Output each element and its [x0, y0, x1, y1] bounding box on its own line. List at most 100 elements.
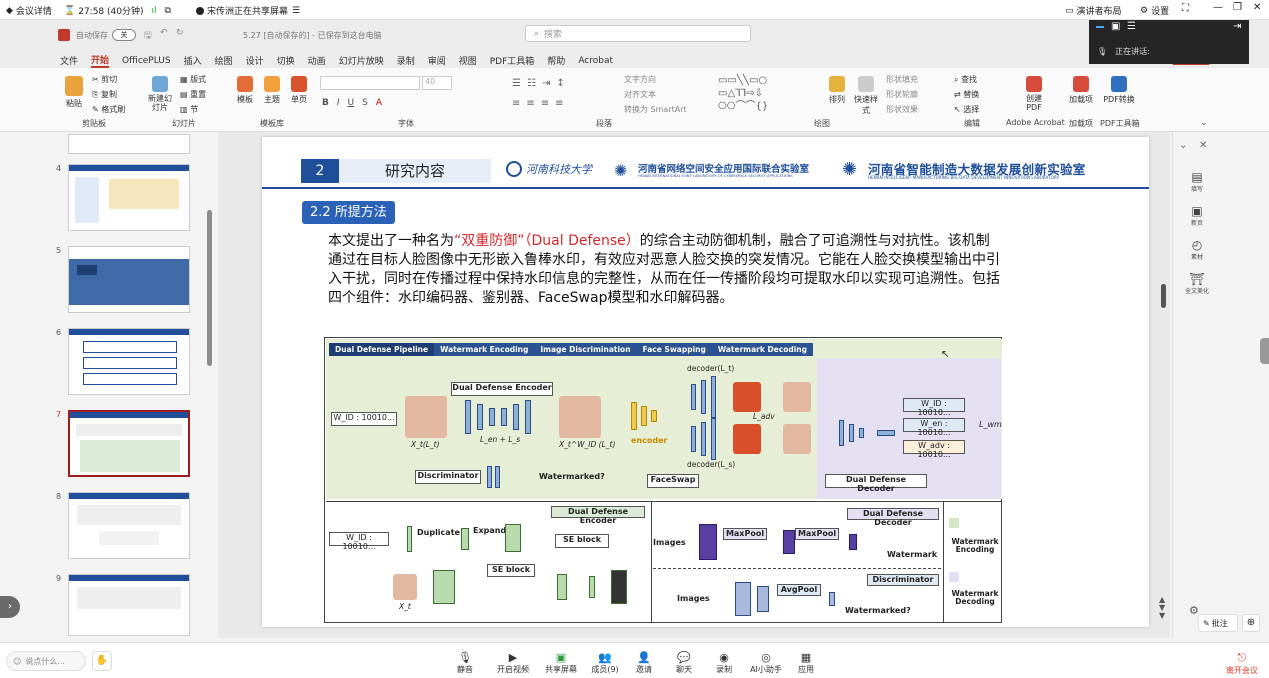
menu-animations[interactable]: 动画	[308, 54, 326, 67]
search-box[interactable]: ⌕ 搜索	[525, 25, 751, 42]
quick-styles-button[interactable]: 快速样式	[852, 76, 880, 116]
menu-record[interactable]: 录制	[397, 54, 415, 67]
arrange-button[interactable]: 排列	[826, 76, 848, 105]
autosave-toggle[interactable]: 关	[112, 29, 136, 41]
zoom-button[interactable]: ⊕	[1242, 614, 1260, 632]
align-center-icon[interactable]: ≡	[526, 98, 534, 109]
shape-effects-button[interactable]: 形状效果	[886, 104, 918, 115]
menu-insert[interactable]: 插入	[184, 54, 202, 67]
assets-button[interactable]: ◴ 素材	[1183, 238, 1211, 261]
meeting-title[interactable]: 会议详情	[16, 4, 52, 17]
shape-fill-button[interactable]: 形状填充	[886, 74, 918, 85]
italic-icon[interactable]: I	[337, 98, 340, 108]
popout-icon[interactable]: ⧉	[165, 6, 171, 16]
numbering-icon[interactable]: ☷	[527, 78, 536, 89]
fullscreen-icon[interactable]: ⛶	[1182, 3, 1189, 14]
menu-acrobat[interactable]: Acrobat	[578, 56, 613, 66]
members-button[interactable]: 👥 成员(9)	[590, 651, 620, 675]
font-size-select[interactable]: 40	[422, 76, 452, 90]
smartart-button[interactable]: 转换为 SmartArt	[624, 104, 687, 115]
menu-transitions[interactable]: 切换	[277, 54, 295, 67]
menu-design[interactable]: 设计	[246, 54, 264, 67]
cut-button[interactable]: ✂ 剪切	[92, 74, 117, 85]
raise-hand-button[interactable]: ✋	[92, 651, 112, 671]
invite-button[interactable]: 👤 邀请	[632, 651, 656, 675]
new-slide-button[interactable]: 新建幻灯片	[146, 76, 174, 112]
thumbs-scrollbar[interactable]	[207, 210, 212, 366]
new-page-button[interactable]: ▣ 新页	[1183, 204, 1211, 227]
menu-icon[interactable]: ☰	[292, 6, 300, 16]
save-icon[interactable]: 🖫	[144, 28, 152, 44]
speaker-layout-button[interactable]: ▭ 演讲者布局	[1065, 4, 1122, 18]
thumb-slide-8[interactable]	[68, 492, 190, 559]
create-pdf-button[interactable]: 创建PDF	[1020, 76, 1048, 112]
menu-view[interactable]: 视图	[459, 54, 477, 67]
apps-button[interactable]: ▦ 应用	[794, 651, 818, 675]
undo-icon[interactable]: ↶	[160, 28, 168, 38]
spacing-icon[interactable]: ↕	[556, 78, 564, 89]
menu-home[interactable]: 开始	[91, 53, 110, 68]
align-left-icon[interactable]: ≡	[512, 98, 520, 109]
theme-button[interactable]: 主题	[261, 76, 283, 105]
ribbon-collapse-icon[interactable]: ⌄	[1200, 118, 1208, 128]
font-name-select[interactable]	[320, 76, 420, 90]
record-button[interactable]: ◉ 录制	[712, 651, 736, 675]
menu-slideshow[interactable]: 幻灯片放映	[339, 54, 384, 67]
side-collapse-handle[interactable]	[1260, 338, 1269, 364]
thumb-slide-7-selected[interactable]	[68, 410, 190, 477]
collapse-icon[interactable]: ⇥	[1233, 21, 1241, 32]
mute-button[interactable]: 🎙 静音	[450, 651, 480, 675]
menu-draw[interactable]: 绘图	[215, 54, 233, 67]
align-right-icon[interactable]: ≡	[541, 98, 549, 109]
restore-icon[interactable]: ❐	[1233, 2, 1242, 13]
thumb-partial[interactable]	[68, 134, 190, 154]
chevron-down-icon[interactable]: ⌄	[1179, 140, 1187, 151]
shapes-gallery[interactable]: ▭▭╲╲▭○ ▭△⅂⅂⇨⇩ ⎔⎔⌒⌒{}	[718, 74, 806, 114]
underline-icon[interactable]: U	[348, 98, 355, 108]
shape-outline-button[interactable]: 形状轮廓	[886, 89, 918, 100]
layout-button[interactable]: ▦ 版式	[180, 74, 206, 85]
grid-icon[interactable]: ☰	[1127, 21, 1136, 32]
bold-icon[interactable]: B	[322, 98, 329, 108]
expand-panel-button[interactable]: ›	[0, 596, 20, 618]
menu-officeplus[interactable]: OfficePLUS	[122, 56, 171, 66]
window-icon[interactable]: ▣	[1111, 21, 1120, 32]
menu-help[interactable]: 帮助	[547, 54, 565, 67]
copy-button[interactable]: ⎘ 复制	[92, 89, 117, 100]
menu-file[interactable]: 文件	[60, 54, 78, 67]
template-button[interactable]: 模板	[234, 76, 256, 105]
menu-review[interactable]: 审阅	[428, 54, 446, 67]
meeting-info[interactable]: ◆ 会议详情	[6, 4, 52, 18]
annotate-button[interactable]: ✎ 批注	[1198, 614, 1238, 632]
select-button[interactable]: ↖ 选择	[954, 104, 979, 115]
chat-input[interactable]: ☺ 说点什么...	[6, 651, 86, 671]
font-color-icon[interactable]: A	[376, 98, 382, 108]
addins-button[interactable]: 加载项	[1068, 76, 1094, 105]
redo-icon[interactable]: ↻	[176, 28, 184, 38]
bullets-icon[interactable]: ☰	[512, 78, 521, 89]
thumb-slide-9[interactable]	[68, 574, 190, 636]
beautify-button[interactable]: ⛩ 全文美化	[1179, 272, 1215, 295]
menu-pdf-toolbox[interactable]: PDF工具箱	[490, 54, 535, 67]
share-screen-button[interactable]: ▣ 共享屏幕	[544, 651, 578, 675]
paste-button[interactable]: 粘贴	[62, 76, 86, 109]
panel-tab-icon[interactable]	[1096, 26, 1104, 28]
minimize-icon[interactable]: —	[1213, 2, 1223, 13]
text-direction-button[interactable]: 文字方向	[624, 74, 656, 85]
leave-meeting-button[interactable]: ⎋ 离开会议	[1222, 651, 1262, 676]
fill-button[interactable]: ▤ 填写	[1183, 170, 1211, 193]
indent-icon[interactable]: ⇥	[542, 78, 550, 89]
strike-icon[interactable]: S	[362, 98, 368, 108]
editor-scrollbar[interactable]	[1161, 284, 1166, 308]
find-button[interactable]: ⌕ 查找	[954, 74, 977, 85]
thumb-slide-5[interactable]	[68, 246, 190, 313]
justify-icon[interactable]: ≡	[555, 98, 563, 109]
single-page-button[interactable]: 单页	[288, 76, 310, 105]
reset-button[interactable]: ▤ 重置	[180, 89, 206, 100]
align-text-button[interactable]: 对齐文本	[624, 89, 656, 100]
chat-button[interactable]: 💬 聊天	[672, 651, 696, 675]
video-button[interactable]: ▶ 开启视频	[496, 651, 530, 675]
scroll-arrows[interactable]: ▲ ▼ ▼	[1159, 596, 1165, 620]
close-icon[interactable]: ✕	[1253, 2, 1261, 13]
section-button[interactable]: ▥ 节	[180, 104, 198, 115]
